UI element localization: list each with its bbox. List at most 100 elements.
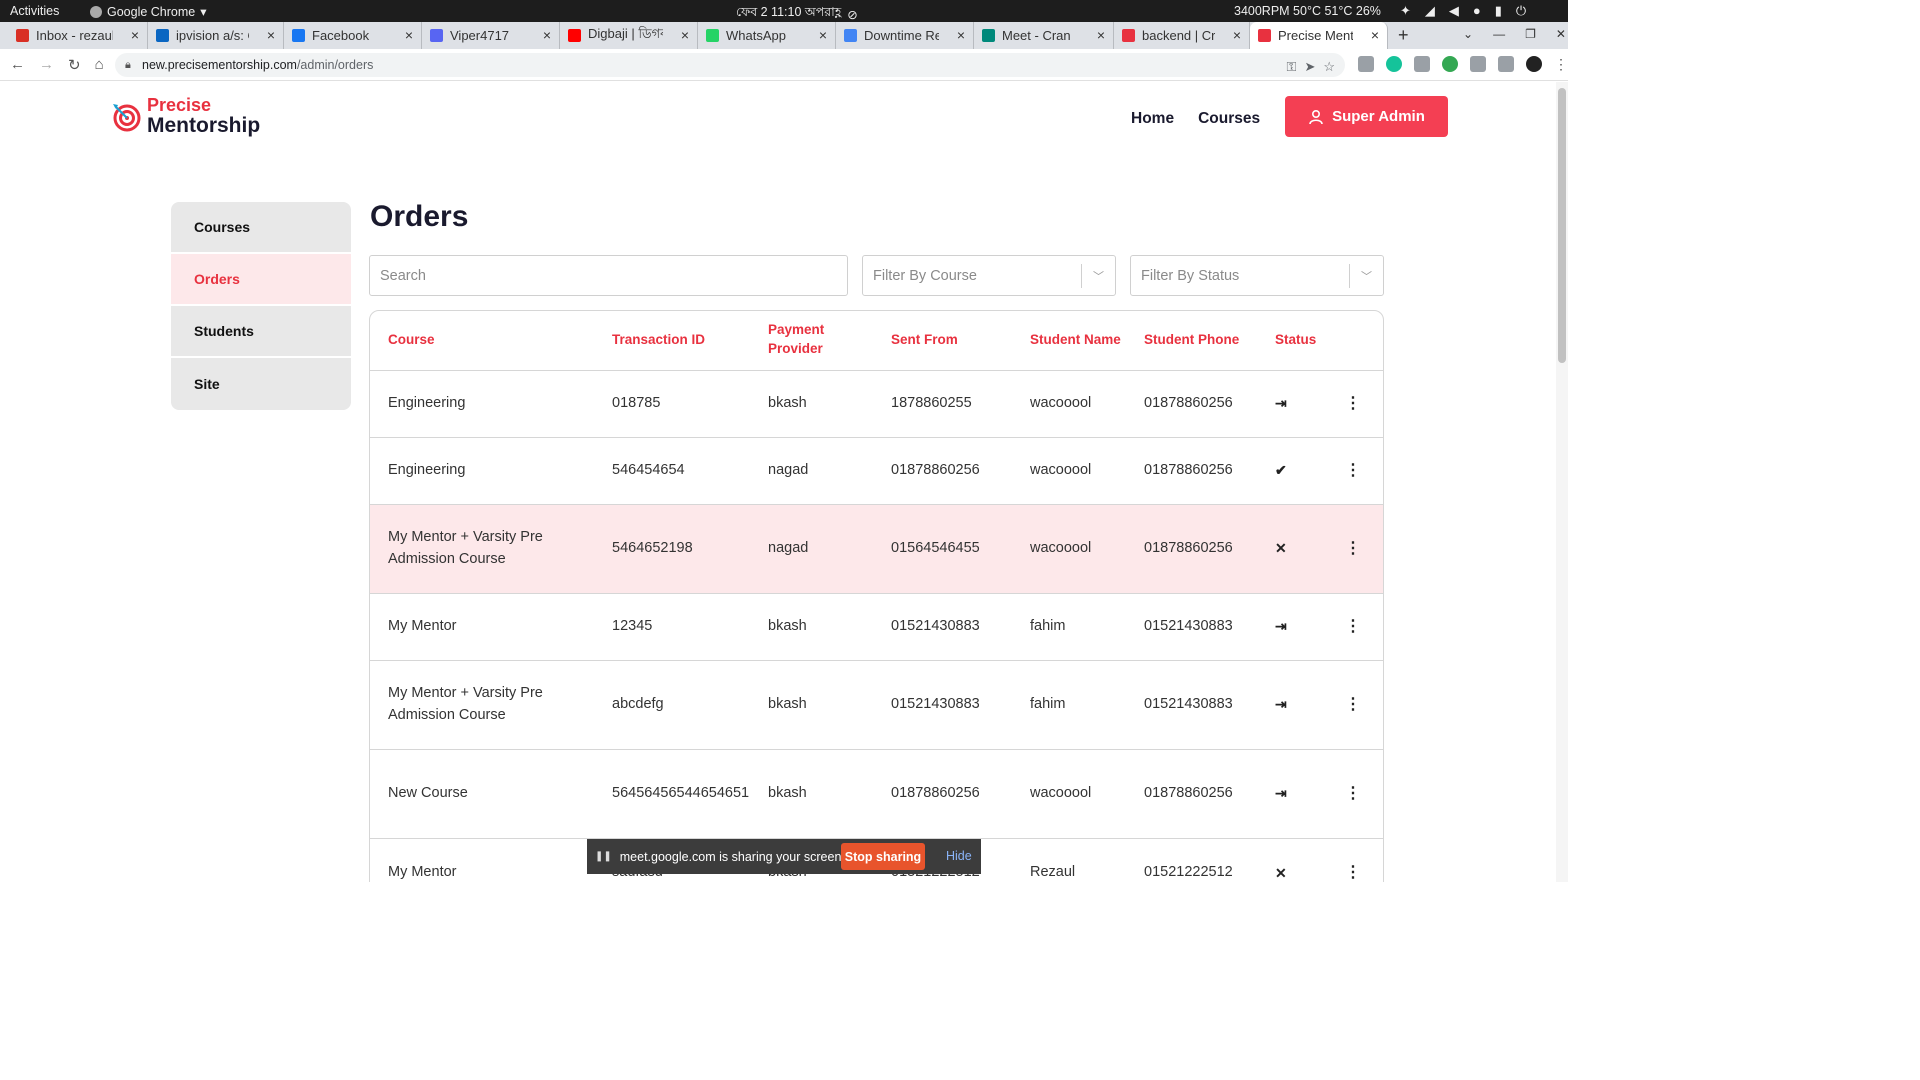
extension-icon[interactable] [1414,56,1430,72]
browser-tab[interactable]: Facebook × [284,22,422,49]
tab-favicon-icon [430,29,443,42]
filter-course-select[interactable]: Filter By Course ﹀ [862,255,1116,296]
key-icon[interactable]: ⚿ [1287,59,1297,75]
chevron-down-icon[interactable]: ﹀ [1081,264,1115,288]
reload-icon[interactable]: ↻ [68,56,81,74]
cell-name: Rezaul [1012,838,1126,882]
login-icon[interactable]: ⇥ [1275,618,1287,634]
close-window-icon[interactable]: ✕ [1556,27,1566,41]
browser-tab[interactable]: Downtime Requ × [836,22,974,49]
close-tab-icon[interactable]: × [819,27,827,43]
maximize-icon[interactable]: ❐ [1525,27,1536,41]
reading-list-icon[interactable] [1498,56,1514,72]
close-tab-icon[interactable]: × [405,27,413,43]
grammarly-icon[interactable] [1386,56,1402,72]
send-icon[interactable]: ➤ [1304,59,1315,75]
home-icon[interactable]: ⌂ [95,56,104,74]
cross-icon[interactable]: ✕ [1275,540,1287,556]
browser-tab[interactable]: WhatsApp × [698,22,836,49]
more-options-icon[interactable]: ⋮ [1345,785,1361,802]
close-tab-icon[interactable]: × [957,27,965,43]
browser-tab[interactable]: Digbaji | ডিগবাজি × [560,22,698,49]
wifi-icon[interactable]: ◢ [1425,3,1435,19]
dropdown-icon: ▾ [200,5,207,19]
activities-button[interactable]: Activities [10,4,59,18]
scrollbar-thumb[interactable] [1558,88,1566,363]
nav-home[interactable]: Home [1131,110,1174,128]
cell-phone: 01521430883 [1126,593,1257,661]
puzzle-icon[interactable] [1470,56,1486,72]
back-icon[interactable]: ← [10,56,25,74]
table-row[interactable]: My Mentor 12345 bkash 01521430883 fahim 01521… [370,593,1383,661]
sidebar-item-site[interactable]: Site [171,358,351,410]
close-tab-icon[interactable]: × [681,27,689,43]
browser-tab[interactable]: Viper4717 × [422,22,560,49]
login-icon[interactable]: ⇥ [1275,696,1287,712]
cross-icon[interactable]: ✕ [1275,865,1287,881]
cell-from: 1878860255 [873,370,1012,438]
table-row[interactable]: Engineering 546454654 nagad 01878860256 waco… [370,437,1383,505]
forward-icon[interactable]: → [39,56,54,74]
star-icon[interactable]: ☆ [1323,59,1335,75]
cell-from: 01564546455 [873,504,1012,594]
browser-tab[interactable]: backend | Cran × [1114,22,1250,49]
web-page: Precise Mentorship Home Courses Super Ad… [0,82,1556,882]
volume-icon[interactable]: ◀ [1449,3,1459,19]
login-icon[interactable]: ⇥ [1275,395,1287,411]
menu-icon[interactable]: ⋮ [1554,56,1568,73]
url-field[interactable]: 🔒︎ new.precisementorship.com/admin/order… [115,53,1345,77]
sidebar-item-courses[interactable]: Courses [171,202,351,254]
close-tab-icon[interactable]: × [1097,27,1105,43]
close-tab-icon[interactable]: × [1233,27,1241,43]
power-icon[interactable]: ⏻ [1516,3,1526,19]
browser-tab[interactable]: ipvision a/s: Ov × [148,22,284,49]
chevron-down-icon[interactable]: ﹀ [1349,264,1383,288]
super-admin-button[interactable]: Super Admin [1285,96,1448,137]
cell-from: 01878860256 [873,437,1012,505]
login-icon[interactable]: ⇥ [1275,785,1287,801]
more-options-icon[interactable]: ⋮ [1345,540,1361,557]
sidebar-item-orders[interactable]: Orders [171,254,351,306]
search-input[interactable]: Search [369,255,848,296]
more-options-icon[interactable]: ⋮ [1345,618,1361,635]
more-options-icon[interactable]: ⋮ [1345,864,1361,881]
close-tab-icon[interactable]: × [267,27,275,43]
stop-sharing-button[interactable]: Stop sharing [841,843,925,870]
table-row[interactable]: My Mentor + Varsity Pre Admission Course… [370,660,1383,750]
filter-status-select[interactable]: Filter By Status ﹀ [1130,255,1384,296]
check-icon[interactable]: ✔ [1275,462,1287,478]
accessibility-icon[interactable]: ✦ [1400,3,1411,19]
new-tab-button[interactable]: + [1398,25,1409,46]
tab-search-icon[interactable]: ⌄ [1463,27,1473,41]
more-options-icon[interactable]: ⋮ [1345,395,1361,412]
sidebar-item-students[interactable]: Students [171,306,351,358]
table-row[interactable]: My Mentor + Varsity Pre Admission Course… [370,504,1383,594]
site-logo[interactable]: Precise Mentorship [111,96,260,137]
browser-tab[interactable]: Meet - Cran × [974,22,1114,49]
page-scrollbar[interactable] [1556,82,1568,882]
more-options-icon[interactable]: ⋮ [1345,462,1361,479]
close-tab-icon[interactable]: × [1371,27,1379,43]
app-menu[interactable]: Google Chrome ▾ [90,4,207,19]
close-tab-icon[interactable]: × [131,27,139,43]
nav-courses[interactable]: Courses [1198,110,1260,128]
mic-icon[interactable]: ● [1473,3,1481,19]
extension-icon[interactable] [1442,56,1458,72]
close-tab-icon[interactable]: × [543,27,551,43]
table-row[interactable]: Engineering 018785 bkash 1878860255 wacooool… [370,370,1383,438]
super-admin-label: Super Admin [1332,108,1425,125]
table-row[interactable]: New Course 56456456544654651 bkash 01878860… [370,749,1383,839]
system-tray[interactable]: ✦ ◢ ◀ ● ▮ ⏻ [1400,3,1526,19]
browser-tab[interactable]: Precise Mentor × [1250,22,1388,49]
clock[interactable]: ফেব 2 11:10 অপরাহ্ণ ⊘ [736,4,858,24]
battery-icon[interactable]: ▮ [1495,3,1502,19]
more-options-icon[interactable]: ⋮ [1345,696,1361,713]
extension-icon[interactable] [1358,56,1374,72]
cell-actions: ⋮ [1321,504,1383,594]
hide-banner-button[interactable]: Hide [946,849,972,863]
browser-tab[interactable]: Inbox - rezaul.c × [8,22,148,49]
lock-icon[interactable]: 🔒︎ [125,59,131,72]
minimize-icon[interactable]: — [1493,27,1505,41]
profile-avatar[interactable] [1526,56,1542,72]
cell-name: fahim [1012,660,1126,750]
